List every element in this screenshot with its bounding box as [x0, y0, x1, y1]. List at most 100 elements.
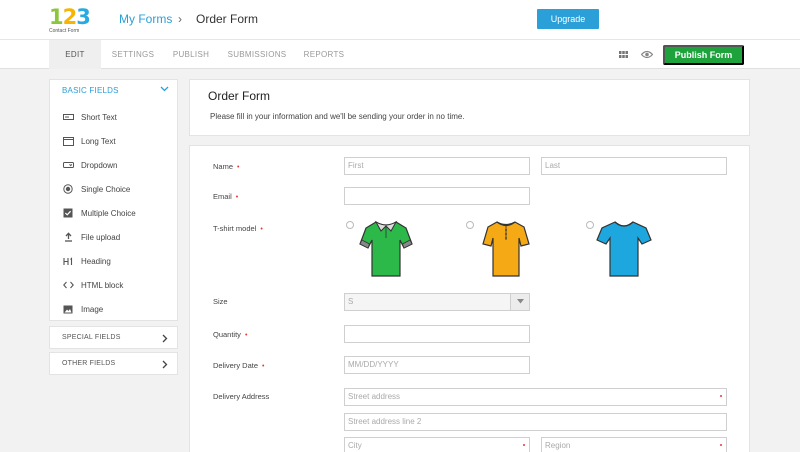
email-label-text: Email: [213, 192, 232, 201]
required-marker: •: [237, 164, 240, 171]
checkbox-icon: [62, 208, 74, 218]
form-description: Please fill in your information and we'l…: [210, 112, 465, 121]
delivery-address-label: Delivery Address: [213, 392, 270, 401]
code-icon: [62, 280, 74, 290]
upgrade-button[interactable]: Upgrade: [537, 9, 599, 29]
tab-reports[interactable]: REPORTS: [298, 40, 350, 69]
form-title: Order Form: [208, 89, 271, 103]
required-dot: [720, 395, 722, 397]
required-dot: [523, 444, 525, 446]
form-body-card: Name • First Last Email • T-shirt model • S…: [189, 145, 750, 452]
field-html-block[interactable]: HTML block: [62, 278, 174, 292]
required-dot: [720, 444, 722, 446]
name-label-text: Name: [213, 162, 234, 171]
chevron-right-icon: [162, 360, 168, 369]
quantity-label: Quantity •: [213, 330, 247, 339]
region-input[interactable]: Region: [541, 437, 727, 452]
size-select[interactable]: S: [344, 293, 530, 311]
tshirt-model-label: T-shirt model •: [213, 224, 263, 233]
chevron-down-icon[interactable]: [160, 86, 169, 92]
preview-eye-icon[interactable]: [641, 50, 653, 59]
field-label: HTML block: [81, 280, 124, 290]
other-fields-label: OTHER FIELDS: [62, 360, 116, 367]
heading-icon: [62, 256, 74, 266]
street-address-input[interactable]: Street address: [344, 388, 727, 406]
dropdown-icon: [62, 160, 74, 170]
quantity-input[interactable]: [344, 325, 530, 343]
field-short-text[interactable]: Short Text: [62, 110, 174, 124]
street-address-placeholder: Street address: [348, 392, 401, 401]
required-marker: •: [262, 363, 265, 370]
basic-fields-header[interactable]: BASIC FIELDS: [62, 86, 119, 95]
special-fields-label: SPECIAL FIELDS: [62, 334, 121, 341]
field-label: Multiple Choice: [81, 208, 136, 218]
field-single-choice[interactable]: Single Choice: [62, 182, 174, 196]
required-marker: •: [244, 332, 248, 339]
city-placeholder: City: [348, 441, 362, 450]
email-label: Email •: [213, 192, 238, 201]
first-name-input[interactable]: First: [344, 157, 530, 175]
last-name-input[interactable]: Last: [541, 157, 727, 175]
size-label: Size: [213, 297, 228, 306]
required-marker: •: [235, 194, 239, 201]
logo-digit-1: 1: [49, 5, 64, 29]
green-polo-shirt-icon[interactable]: [358, 218, 414, 278]
field-long-text[interactable]: Long Text: [62, 134, 174, 148]
delivery-date-label-text: Delivery Date: [213, 361, 259, 370]
field-dropdown[interactable]: Dropdown: [62, 158, 174, 172]
form-header-card[interactable]: Order Form Please fill in your informati…: [189, 79, 750, 136]
blue-tshirt-icon[interactable]: [596, 218, 652, 278]
publish-form-button[interactable]: Publish Form: [663, 45, 744, 65]
select-arrow: [510, 294, 529, 310]
field-file-upload[interactable]: File upload: [62, 230, 174, 244]
tshirt-option-1-radio[interactable]: [346, 221, 354, 229]
long-text-icon: [62, 136, 74, 146]
field-heading[interactable]: Heading: [62, 254, 174, 268]
logo-digits: 123: [49, 5, 91, 29]
basic-fields-panel: BASIC FIELDS Short Text Long Text Dropdo…: [49, 79, 178, 321]
field-label: Image: [81, 304, 104, 314]
breadcrumb-separator: ›: [178, 12, 182, 26]
field-image[interactable]: Image: [62, 302, 174, 316]
email-input[interactable]: [344, 187, 530, 205]
breadcrumb-my-forms[interactable]: My Forms: [119, 12, 172, 26]
required-marker: •: [260, 226, 263, 233]
logo-digit-3: 3: [76, 5, 91, 29]
special-fields-panel[interactable]: SPECIAL FIELDS: [49, 326, 178, 349]
field-label: Heading: [81, 256, 111, 266]
logo-subtitle: Contact Form: [49, 28, 80, 34]
tshirt-option-2-radio[interactable]: [466, 221, 474, 229]
field-label: Dropdown: [81, 160, 118, 170]
quantity-label-text: Quantity: [213, 330, 241, 339]
field-multiple-choice[interactable]: Multiple Choice: [62, 206, 174, 220]
tshirt-option-3-radio[interactable]: [586, 221, 594, 229]
logo-digit-2: 2: [62, 5, 78, 29]
name-label: Name •: [213, 162, 239, 171]
logo[interactable]: 123 Contact Form: [49, 5, 91, 35]
tshirt-label-text: T-shirt model: [213, 224, 257, 233]
breadcrumb-current: Order Form: [196, 12, 259, 26]
orange-henley-shirt-icon[interactable]: [478, 218, 534, 278]
grid-view-icon[interactable]: [619, 51, 628, 58]
image-icon: [62, 304, 74, 314]
field-label: Long Text: [81, 136, 116, 146]
caret-down-icon: [517, 299, 524, 304]
short-text-icon: [62, 112, 74, 122]
chevron-right-icon: [162, 334, 168, 343]
tab-submissions[interactable]: SUBMISSIONS: [222, 40, 292, 69]
top-bar: 123 Contact Form My Forms › Order Form U…: [0, 0, 800, 40]
delivery-date-input[interactable]: MM/DD/YYYY: [344, 356, 530, 374]
field-label: Short Text: [81, 112, 117, 122]
city-input[interactable]: City: [344, 437, 530, 452]
tab-settings[interactable]: SETTINGS: [107, 40, 159, 69]
region-placeholder: Region: [545, 441, 571, 450]
tab-publish[interactable]: PUBLISH: [167, 40, 215, 69]
upload-icon: [62, 232, 74, 242]
delivery-date-label: Delivery Date •: [213, 361, 264, 370]
street-address-line2-input[interactable]: Street address line 2: [344, 413, 727, 431]
tab-edit[interactable]: EDIT: [49, 40, 101, 69]
field-label: Single Choice: [81, 184, 131, 194]
radio-icon: [62, 184, 74, 194]
size-value: S: [348, 297, 354, 306]
other-fields-panel[interactable]: OTHER FIELDS: [49, 352, 178, 375]
